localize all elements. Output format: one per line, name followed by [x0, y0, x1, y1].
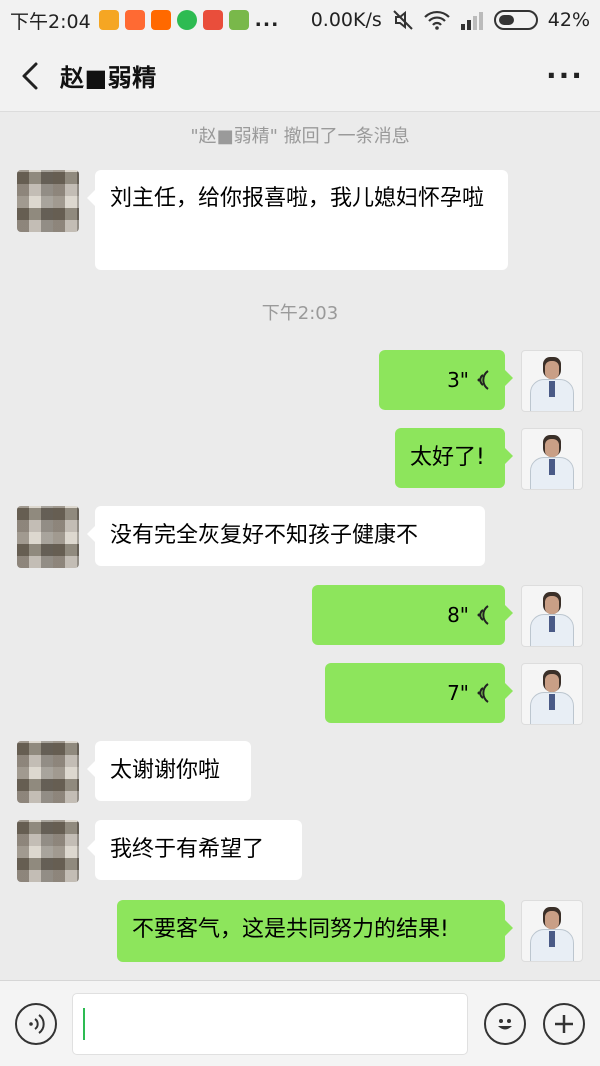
voice-duration: 3"	[447, 368, 469, 392]
contact-avatar[interactable]	[17, 506, 79, 568]
plus-icon	[555, 1015, 573, 1033]
voice-wave-icon	[477, 370, 489, 390]
voice-icon	[29, 1014, 45, 1034]
voice-input-button[interactable]	[15, 1003, 57, 1045]
message-bubble[interactable]: 太谢谢你啦	[87, 741, 251, 801]
voice-message[interactable]: 8"	[312, 585, 513, 645]
my-avatar[interactable]	[521, 900, 583, 962]
emoji-button[interactable]	[484, 1003, 526, 1045]
voice-duration: 8"	[447, 603, 469, 627]
mi-icon	[150, 10, 171, 30]
emoji-icon	[498, 1019, 512, 1030]
voice-wave-icon	[477, 683, 489, 703]
network-speed: 0.00K/s	[310, 9, 382, 31]
chat-messages[interactable]: "赵■弱精" 撤回了一条消息 刘主任，给你报喜啦，我儿媳妇怀孕啦 下午2:03 …	[0, 112, 600, 980]
recall-notice: "赵■弱精" 撤回了一条消息	[190, 126, 410, 147]
input-bar	[0, 980, 600, 1066]
wechat-icon	[176, 10, 197, 30]
my-avatar[interactable]	[521, 428, 583, 490]
voice-message[interactable]: 3"	[379, 350, 513, 410]
voice-wave-icon	[477, 605, 489, 625]
chevron-left-icon	[22, 62, 38, 89]
message-timestamp: 下午2:03	[261, 303, 339, 324]
message-bubble[interactable]: 太好了!	[395, 428, 513, 488]
contact-avatar[interactable]	[17, 170, 79, 232]
status-time: 下午2:04	[10, 10, 91, 33]
message-bubble[interactable]: 刘主任，给你报喜啦，我儿媳妇怀孕啦	[87, 170, 508, 270]
message-bubble[interactable]: 没有完全灰复好不知孩子健康不	[87, 506, 485, 566]
green-app-icon	[228, 10, 249, 30]
red-app-icon	[202, 10, 223, 30]
my-avatar[interactable]	[521, 350, 583, 412]
voice-message[interactable]: 7"	[325, 663, 513, 723]
my-avatar[interactable]	[521, 663, 583, 725]
message-input[interactable]	[72, 993, 468, 1055]
contact-avatar[interactable]	[17, 741, 79, 803]
text-caret	[83, 1008, 85, 1040]
signal-icon	[460, 12, 483, 30]
more-functions-button[interactable]	[543, 1003, 585, 1045]
contact-avatar[interactable]	[17, 820, 79, 882]
battery-percent: 42%	[547, 9, 590, 31]
message-bubble[interactable]: 不要客气，这是共同努力的结果!	[117, 900, 513, 962]
more-options-button[interactable]: ···	[530, 40, 600, 112]
status-bar: 下午2:04 ... 0.00K/s 42%	[0, 0, 600, 40]
voice-duration: 7"	[447, 681, 469, 705]
more-notifications-icon: ...	[254, 9, 280, 31]
battery-icon	[493, 10, 538, 30]
wifi-icon	[423, 10, 450, 30]
my-avatar[interactable]	[521, 585, 583, 647]
taobao-icon	[124, 10, 145, 30]
back-button[interactable]	[0, 40, 60, 112]
orange-app-icon	[98, 10, 119, 30]
message-bubble[interactable]: 我终于有希望了	[87, 820, 302, 880]
mute-icon	[393, 10, 413, 30]
chat-header: 赵■弱精 ···	[0, 40, 600, 112]
chat-title: 赵■弱精	[60, 64, 157, 92]
